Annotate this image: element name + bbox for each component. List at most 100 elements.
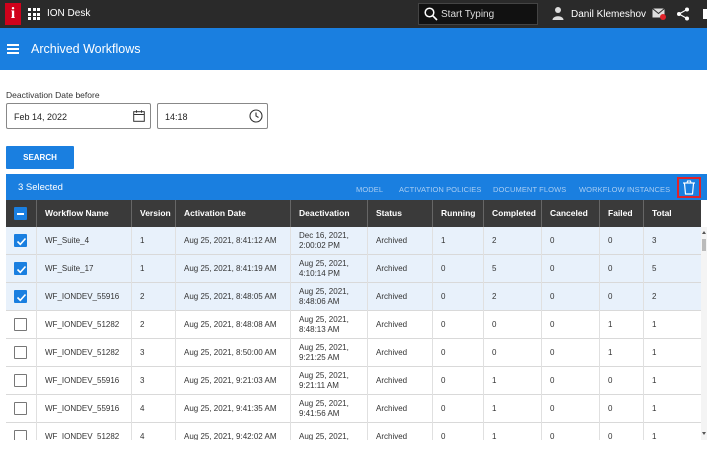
column-header-running[interactable]: Running [432, 200, 483, 227]
activation-date-cell: Aug 25, 2021, 8:41:12 AM [175, 227, 290, 255]
global-search-input[interactable]: Start Typing [418, 3, 538, 25]
activation-date-cell: Aug 25, 2021, 9:41:35 AM [175, 395, 290, 423]
canceled-cell: 0 [541, 283, 599, 311]
column-header-completed[interactable]: Completed [483, 200, 541, 227]
top-bar: i ION Desk Start Typing Danil Klemeshov [0, 0, 707, 28]
table-row[interactable]: WF_IONDEV_51282 2 Aug 25, 2021, 8:48:08 … [6, 311, 701, 339]
row-checkbox[interactable] [14, 290, 27, 303]
row-checkbox[interactable] [14, 318, 27, 331]
table-body: WF_Suite_4 1 Aug 25, 2021, 8:41:12 AM De… [6, 227, 701, 440]
workflow-name-cell: WF_Suite_4 [36, 227, 131, 255]
column-header-status[interactable]: Status [367, 200, 432, 227]
calendar-icon[interactable] [133, 110, 145, 122]
row-checkbox[interactable] [14, 402, 27, 415]
app-title[interactable]: ION Desk [47, 8, 90, 19]
table-row[interactable]: WF_Suite_4 1 Aug 25, 2021, 8:41:12 AM De… [6, 227, 701, 255]
activation-date-cell: Aug 25, 2021, 8:50:00 AM [175, 339, 290, 367]
status-cell: Archived [367, 283, 432, 311]
failed-cell: 0 [599, 255, 643, 283]
failed-cell: 1 [599, 339, 643, 367]
clock-icon[interactable] [249, 109, 263, 123]
table-row[interactable]: WF_Suite_17 1 Aug 25, 2021, 8:41:19 AM A… [6, 255, 701, 283]
failed-cell: 0 [599, 395, 643, 423]
share-icon[interactable] [676, 7, 690, 21]
trash-icon [683, 180, 695, 195]
column-header-deactivation-date[interactable]: Deactivation Date [290, 200, 367, 245]
workflow-instances-link[interactable]: WORKFLOW INSTANCES [579, 185, 670, 194]
deactivation-date-cell: Aug 25, 2021, 9:41:56 AM [290, 395, 367, 423]
running-cell: 0 [432, 395, 483, 423]
delete-button[interactable] [677, 177, 701, 198]
activation-date-cell: Aug 25, 2021, 8:48:05 AM [175, 283, 290, 311]
time-field[interactable]: 14:18 [157, 103, 268, 129]
row-checkbox[interactable] [14, 430, 27, 440]
canceled-cell: 0 [541, 311, 599, 339]
vertical-scrollbar[interactable] [701, 227, 707, 440]
time-value: 14:18 [165, 112, 188, 122]
scroll-up-arrow[interactable] [702, 231, 706, 234]
running-cell: 0 [432, 311, 483, 339]
completed-cell: 1 [483, 395, 541, 423]
status-cell: Archived [367, 311, 432, 339]
failed-cell: 0 [599, 423, 643, 440]
version-cell: 1 [131, 255, 175, 283]
completed-cell: 1 [483, 423, 541, 440]
select-all-checkbox[interactable] [14, 207, 27, 220]
version-cell: 2 [131, 283, 175, 311]
table-row[interactable]: WF_IONDEV_55916 2 Aug 25, 2021, 8:48:05 … [6, 283, 701, 311]
column-header-failed[interactable]: Failed [599, 200, 643, 227]
column-header-canceled[interactable]: Canceled [541, 200, 599, 227]
version-cell: 1 [131, 227, 175, 255]
deactivation-date-cell: Aug 25, 2021, 9:21:25 AM [290, 339, 367, 367]
deactivation-date-field[interactable]: Feb 14, 2022 [6, 103, 151, 129]
activation-policies-link[interactable]: ACTIVATION POLICIES [399, 185, 481, 194]
scroll-thumb[interactable] [702, 239, 706, 251]
infor-logo[interactable]: i [5, 3, 21, 25]
table-row[interactable]: WF_IONDEV_51282 3 Aug 25, 2021, 8:50:00 … [6, 339, 701, 367]
more-menu-icon[interactable] [703, 9, 707, 19]
search-icon [424, 7, 438, 21]
table-toolbar: 3 Selected MODEL ACTIVATION POLICIES DOC… [6, 174, 707, 200]
column-header-workflow-name[interactable]: Workflow Name [36, 200, 131, 227]
table-header: Workflow Name Version Activation Date De… [6, 200, 701, 245]
page-title: Archived Workflows [31, 42, 141, 56]
table-row[interactable]: WF_IONDEV_55916 4 Aug 25, 2021, 9:41:35 … [6, 395, 701, 423]
deactivation-date-cell: Aug 25, 2021, 4:10:14 PM [290, 255, 367, 283]
column-header-activation-date[interactable]: Activation Date [175, 200, 290, 227]
table-row[interactable]: WF_IONDEV_55916 3 Aug 25, 2021, 9:21:03 … [6, 367, 701, 395]
running-cell: 1 [432, 227, 483, 255]
deactivation-date-cell: Dec 16, 2021, 2:00:02 PM [290, 227, 367, 255]
version-cell: 4 [131, 423, 175, 440]
running-cell: 0 [432, 339, 483, 367]
workflow-name-cell: WF_IONDEV_55916 [36, 367, 131, 395]
app-grid-icon[interactable] [28, 8, 40, 20]
mail-notification-icon[interactable] [652, 8, 666, 20]
canceled-cell: 0 [541, 339, 599, 367]
scroll-down-arrow[interactable] [702, 432, 706, 435]
search-button[interactable]: SEARCH [6, 146, 74, 169]
row-checkbox[interactable] [14, 346, 27, 359]
activation-date-cell: Aug 25, 2021, 9:42:02 AM [175, 423, 290, 440]
user-name[interactable]: Danil Klemeshov [571, 9, 646, 20]
model-link[interactable]: MODEL [356, 185, 383, 194]
table-row[interactable]: WF_IONDEV_51282 4 Aug 25, 2021, 9:42:02 … [6, 423, 701, 440]
row-checkbox[interactable] [14, 374, 27, 387]
row-checkbox[interactable] [14, 234, 27, 247]
status-cell: Archived [367, 255, 432, 283]
column-header-version[interactable]: Version [131, 200, 175, 227]
date-value: Feb 14, 2022 [14, 112, 68, 122]
document-flows-link[interactable]: DOCUMENT FLOWS [493, 185, 566, 194]
hamburger-menu-icon[interactable] [7, 44, 19, 54]
total-cell: 1 [643, 339, 701, 367]
completed-cell: 1 [483, 367, 541, 395]
running-cell: 0 [432, 423, 483, 440]
row-checkbox[interactable] [14, 262, 27, 275]
running-cell: 0 [432, 283, 483, 311]
status-cell: Archived [367, 227, 432, 255]
column-header-total[interactable]: Total [643, 200, 701, 227]
page-header: Archived Workflows [0, 28, 707, 70]
status-cell: Archived [367, 367, 432, 395]
workflow-name-cell: WF_IONDEV_51282 [36, 339, 131, 367]
status-cell: Archived [367, 395, 432, 423]
workflow-name-cell: WF_IONDEV_51282 [36, 423, 131, 440]
